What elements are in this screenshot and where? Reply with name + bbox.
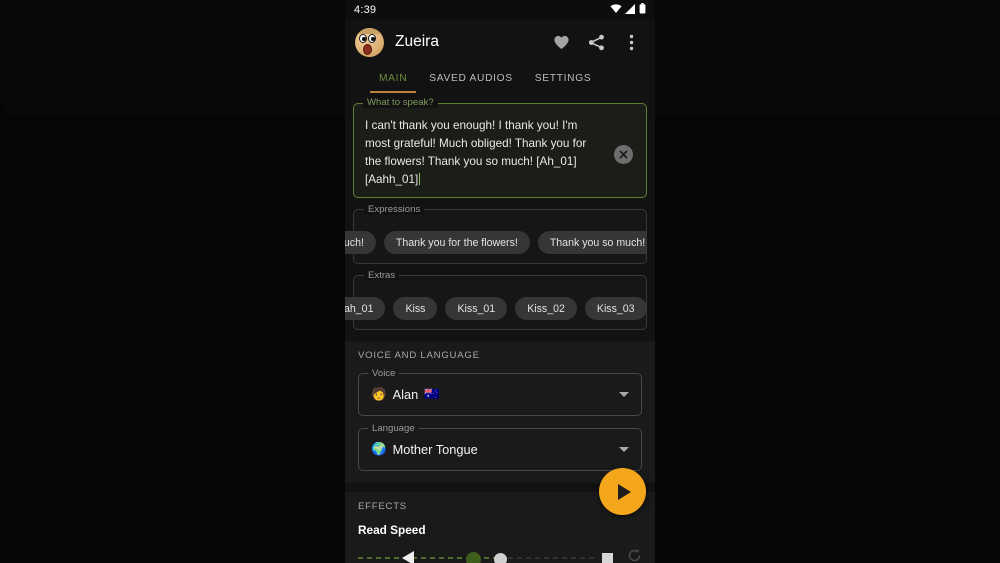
overflow-menu-icon[interactable] — [622, 33, 641, 52]
status-time: 4:39 — [354, 4, 377, 16]
tab-bar: MAIN SAVED AUDIOS SETTINGS — [345, 64, 655, 93]
what-to-speak-input[interactable]: I can't thank you enough! I thank you! I… — [353, 103, 647, 199]
extras-chip-row[interactable]: ah_01 Kiss Kiss_01 Kiss_02 Kiss_03 Laugh — [345, 284, 646, 321]
share-icon[interactable] — [587, 33, 606, 52]
cellular-signal-icon — [625, 3, 636, 17]
voice-and-language-section: VOICE AND LANGUAGE Voice 🧑 Alan 🇦🇺 Langu… — [345, 341, 655, 484]
slider-knob-green[interactable] — [466, 552, 481, 563]
expression-chip[interactable]: Thank you for the flowers! — [383, 231, 530, 255]
wifi-icon — [610, 3, 622, 17]
read-speed-slider[interactable] — [358, 549, 594, 563]
read-speed-slider-row[interactable] — [358, 548, 642, 563]
what-to-speak-legend: What to speak? — [363, 97, 438, 108]
read-speed-label: Read Speed — [358, 523, 426, 538]
screen: Expressions nuch! Thank you for the flow… — [0, 0, 1000, 563]
clear-x-icon[interactable] — [614, 145, 633, 164]
text-caret — [419, 173, 421, 186]
what-to-speak-value: I can't thank you enough! I thank you! I… — [365, 119, 590, 187]
slider-marker-triangle[interactable] — [402, 551, 414, 563]
tab-settings[interactable]: SETTINGS — [524, 64, 603, 93]
chevron-down-icon[interactable] — [619, 447, 629, 453]
voice-value: Alan — [392, 387, 419, 403]
reset-refresh-icon[interactable] — [627, 548, 642, 563]
status-bar: 4:39 — [345, 0, 655, 20]
extra-chip[interactable]: ah_01 — [345, 297, 386, 321]
flag-emoji-icon: 🇦🇺 — [424, 387, 440, 402]
person-emoji-icon: 🧑 — [371, 387, 387, 402]
extra-chip[interactable]: Kiss_03 — [584, 297, 646, 321]
extra-chip[interactable]: Kiss_01 — [445, 297, 508, 321]
tab-saved-audios[interactable]: SAVED AUDIOS — [418, 64, 524, 93]
expressions-legend: Expressions — [364, 204, 425, 216]
stop-square-icon[interactable] — [602, 552, 613, 563]
app-bar: Zueira — [345, 20, 655, 64]
slider-knob-grey[interactable] — [494, 553, 507, 563]
voice-select[interactable]: Voice 🧑 Alan 🇦🇺 — [358, 368, 642, 417]
effects-title: EFFECTS — [358, 501, 407, 513]
language-select[interactable]: Language 🌍 Mother Tongue — [358, 423, 642, 472]
favorite-heart-icon[interactable] — [552, 33, 571, 52]
slider-track-active — [358, 557, 508, 560]
globe-emoji-icon: 🌍 — [371, 442, 387, 457]
play-fab[interactable] — [599, 468, 646, 515]
expressions-group: Expressions nuch! Thank you for the flow… — [345, 204, 647, 265]
voice-and-language-title: VOICE AND LANGUAGE — [358, 350, 480, 362]
extras-legend: Extras — [364, 270, 400, 282]
page-title: Zueira — [395, 33, 439, 50]
language-value: Mother Tongue — [392, 442, 478, 458]
extra-chip[interactable]: Kiss_02 — [515, 297, 577, 321]
voice-legend: Voice — [368, 368, 400, 380]
language-legend: Language — [368, 423, 419, 435]
expression-chip[interactable]: Thank you so much! — [537, 231, 646, 255]
slider-track-inactive — [508, 557, 594, 560]
expressions-chip-row[interactable]: nuch! Thank you for the flowers! Thank y… — [345, 218, 646, 255]
expression-chip[interactable]: nuch! — [345, 231, 376, 255]
extra-chip[interactable]: Kiss — [393, 297, 438, 321]
extras-group: Extras ah_01 Kiss Kiss_01 Kiss_02 Kiss_0… — [345, 270, 647, 331]
battery-icon — [639, 3, 646, 17]
what-to-speak-field-wrapper: What to speak? I can't thank you enough!… — [353, 97, 647, 199]
chevron-down-icon[interactable] — [619, 392, 629, 398]
avatar[interactable] — [355, 27, 384, 57]
phone-panel: 4:39 Zueira MAIN SAVED AUDIOS SETTINGS W… — [345, 0, 655, 563]
play-icon — [618, 483, 631, 500]
tab-main[interactable]: MAIN — [368, 64, 418, 93]
